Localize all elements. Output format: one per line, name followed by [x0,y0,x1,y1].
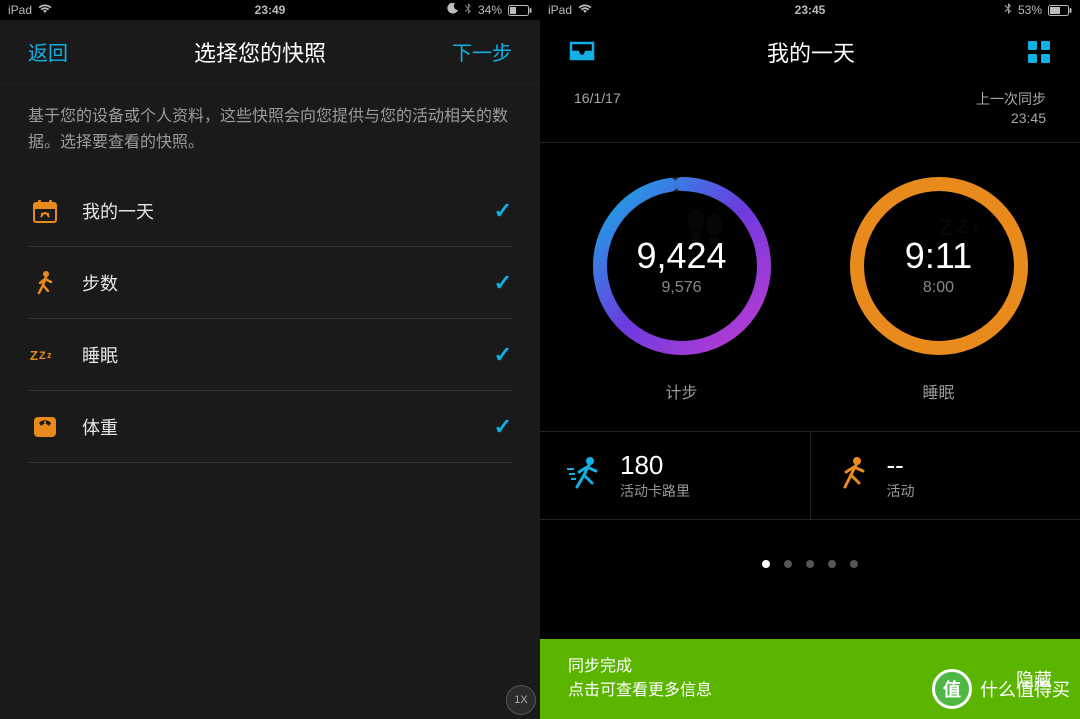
page-dot[interactable] [784,560,792,568]
watermark: 值 什么值得买 [932,669,1070,709]
steps-value: 9,424 [636,235,726,277]
calories-value: 180 [620,450,690,481]
list-item-sleep[interactable]: ZZz 睡眠 ✓ [28,319,512,391]
page-dots[interactable] [540,520,1080,588]
svg-text:Z: Z [39,350,46,362]
steps-dial[interactable]: 9,424 9,576 计步 [562,171,801,403]
list-item-label: 步数 [82,270,474,296]
status-bar-left: iPad 23:49 34% [0,0,540,20]
sleep-dial[interactable]: ZZz 9:11 8:00 睡眠 [819,171,1058,403]
zoom-badge: 1X [506,685,536,715]
sleep-value: 9:11 [905,235,972,277]
sync-title: 同步完成 [568,655,712,679]
page-dot[interactable] [762,560,770,568]
steps-label: 计步 [665,379,697,403]
snapshot-list: 我的一天 ✓ 步数 ✓ ZZz 睡眠 ✓ 体重 ✓ [0,175,540,719]
page-dot[interactable] [806,560,814,568]
check-icon: ✓ [494,198,512,224]
check-icon: ✓ [494,342,512,368]
calendar-icon [28,197,62,225]
calories-stat[interactable]: 180 活动卡路里 [540,432,810,519]
list-item-weight[interactable]: 体重 ✓ [28,391,512,463]
scale-icon [28,413,62,441]
next-button[interactable]: 下一步 [452,37,512,66]
list-item-label: 体重 [82,414,474,440]
last-sync-time: 23:45 [976,109,1046,128]
sleep-icon: ZZz [28,345,62,365]
watermark-icon: 值 [932,669,972,709]
screen1-header: 返回 选择您的快照 下一步 [0,20,540,84]
svg-text:Z: Z [30,348,38,363]
status-time: 23:49 [0,3,540,17]
running-icon-blue [564,453,604,498]
screen2-title: 我的一天 [767,36,855,68]
back-button[interactable]: 返回 [28,37,68,66]
watermark-text: 什么值得买 [980,676,1070,702]
screen2-header: 我的一天 [540,20,1080,84]
walk-icon [28,269,62,297]
calories-label: 活动卡路里 [620,481,690,501]
svg-text:z: z [47,350,52,360]
last-sync-label: 上一次同步 [976,90,1046,109]
date-label: 16/1/17 [574,90,621,128]
sleep-goal: 8:00 [923,279,954,297]
check-icon: ✓ [494,270,512,296]
page-dot[interactable] [850,560,858,568]
sleep-label: 睡眠 [922,379,954,403]
page-dot[interactable] [828,560,836,568]
status-time: 23:45 [540,3,1080,17]
sync-sub: 点击可查看更多信息 [568,679,712,703]
check-icon: ✓ [494,414,512,440]
screen1-description: 基于您的设备或个人资料，这些快照会向您提供与您的活动相关的数据。选择要查看的快照… [0,84,540,175]
running-icon-orange [835,453,871,498]
list-item-steps[interactable]: 步数 ✓ [28,247,512,319]
screen1-title: 选择您的快照 [194,36,326,68]
list-item-label: 我的一天 [82,198,474,224]
activity-stat[interactable]: -- 活动 [810,432,1080,519]
list-item-label: 睡眠 [82,342,474,368]
date-sync-line: 16/1/17 上一次同步 23:45 [540,84,1080,143]
list-item-myday[interactable]: 我的一天 ✓ [28,175,512,247]
grid-icon[interactable] [1026,39,1052,65]
inbox-icon[interactable] [568,40,596,64]
activity-value: -- [887,450,915,481]
steps-goal: 9,576 [661,279,701,297]
activity-label: 活动 [887,481,915,501]
status-bar-right: iPad 23:45 53% [540,0,1080,20]
